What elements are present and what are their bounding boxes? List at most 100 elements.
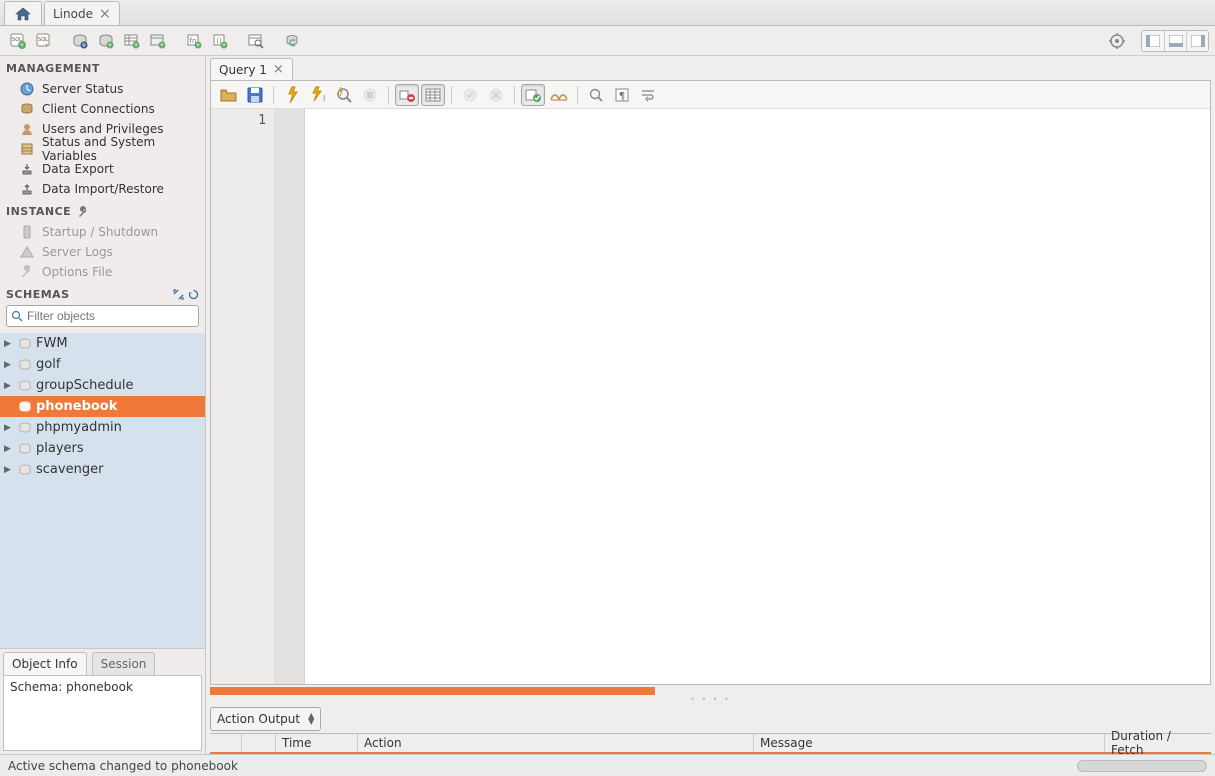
inspector-button[interactable]: i (68, 29, 92, 53)
svg-text:+: + (107, 42, 112, 49)
output-col-status[interactable] (210, 734, 242, 752)
output-col-action[interactable]: Action (358, 734, 754, 752)
sidebar-item-server-logs[interactable]: Server Logs (0, 242, 205, 262)
svg-text:i: i (83, 43, 84, 49)
home-tab[interactable] (4, 1, 42, 25)
main-area: Query 1 × I (206, 56, 1215, 754)
warning-icon (20, 246, 34, 258)
toggle-secondary-sidebar-button[interactable] (1186, 31, 1208, 51)
schema-item[interactable]: ▶scavenger (0, 459, 205, 480)
chevron-right-icon[interactable]: ▶ (4, 360, 14, 370)
sidebar-item-options-file[interactable]: Options File (0, 262, 205, 282)
create-view-button[interactable]: + (146, 29, 170, 53)
import-icon (20, 182, 34, 196)
chevron-right-icon[interactable]: ▶ (4, 465, 14, 475)
schema-item[interactable]: ▶players (0, 438, 205, 459)
database-icon (18, 421, 32, 435)
close-icon[interactable]: × (99, 6, 111, 22)
chevron-right-icon[interactable]: ▶ (4, 381, 14, 391)
create-function-button[interactable]: ()+ (208, 29, 232, 53)
reconnect-button[interactable] (280, 29, 304, 53)
schema-item[interactable]: ▶phpmyadmin (0, 417, 205, 438)
status-scrollbar[interactable] (1077, 760, 1207, 772)
save-file-button[interactable] (243, 84, 267, 106)
output-col-index[interactable] (242, 734, 276, 752)
settings-gear-icon[interactable] (1105, 29, 1129, 53)
database-icon (18, 337, 32, 351)
refresh-icon[interactable] (188, 289, 199, 300)
variables-icon (20, 142, 34, 156)
connection-tabbar: Linode × (0, 0, 1215, 26)
sidebar-item-data-import[interactable]: Data Import/Restore (0, 179, 205, 199)
wrench-icon (20, 265, 34, 279)
sidebar-item-data-export[interactable]: Data Export (0, 159, 205, 179)
schema-item[interactable]: ▶FWM (0, 333, 205, 354)
chevron-right-icon[interactable]: ▶ (4, 423, 14, 433)
query-tabbar: Query 1 × (206, 56, 1215, 80)
schema-tree[interactable]: ▶FWM ▶golf ▶groupSchedule ▶phonebook ▶ph… (0, 333, 205, 648)
main-toolbar: SQL+ SQL i + + + fn+ ()+ (0, 26, 1215, 56)
limit-rows-toggle[interactable] (421, 84, 445, 106)
expand-icon[interactable] (173, 289, 184, 300)
scrollbar-thumb[interactable] (210, 687, 655, 695)
output-header-row: Time Action Message Duration / Fetch (210, 734, 1211, 754)
create-procedure-button[interactable]: fn+ (182, 29, 206, 53)
output-col-duration[interactable]: Duration / Fetch (1105, 734, 1211, 752)
close-icon[interactable]: × (273, 62, 284, 77)
query-tab[interactable]: Query 1 × (210, 58, 293, 80)
commit-button (458, 84, 482, 106)
sql-editor-toolbar: I ¶ (211, 81, 1210, 109)
create-schema-button[interactable]: + (94, 29, 118, 53)
sql-editor-body[interactable]: 1 (211, 109, 1210, 684)
find-button[interactable] (584, 84, 608, 106)
user-icon (20, 122, 34, 136)
svg-text:SQL: SQL (38, 37, 48, 43)
open-file-button[interactable] (217, 84, 241, 106)
schema-item-selected[interactable]: ▶phonebook (0, 396, 205, 417)
export-icon (20, 162, 34, 176)
schema-filter-input[interactable] (6, 305, 199, 327)
execute-button[interactable] (280, 84, 304, 106)
explain-button[interactable] (332, 84, 356, 106)
output-panel: Time Action Message Duration / Fetch (210, 733, 1211, 754)
invisible-chars-toggle[interactable]: ¶ (610, 84, 634, 106)
stop-on-error-toggle[interactable] (395, 84, 419, 106)
beautify-button[interactable] (547, 84, 571, 106)
sidebar-item-server-status[interactable]: Server Status (0, 79, 205, 99)
status-bar: Active schema changed to phonebook (0, 754, 1215, 776)
search-table-data-button[interactable] (244, 29, 268, 53)
splitter-grip[interactable]: • • • • (206, 695, 1215, 703)
database-icon (18, 400, 32, 414)
chevron-right-icon[interactable]: ▶ (4, 339, 14, 349)
toggle-output-button[interactable] (1164, 31, 1186, 51)
word-wrap-toggle[interactable] (636, 84, 660, 106)
output-type-selector[interactable]: Action Output ▲▼ (210, 707, 321, 731)
sidebar-item-status-vars[interactable]: Status and System Variables (0, 139, 205, 159)
autocommit-toggle[interactable] (521, 84, 545, 106)
schema-item[interactable]: ▶groupSchedule (0, 375, 205, 396)
editor-hscrollbar[interactable] (210, 687, 1211, 695)
open-sql-file-button[interactable]: SQL (32, 29, 56, 53)
tab-object-info[interactable]: Object Info (3, 652, 87, 675)
stop-button (358, 84, 382, 106)
info-tabbar: Object Info Session (0, 648, 205, 675)
output-col-message[interactable]: Message (754, 734, 1105, 752)
wrench-icon (77, 206, 89, 218)
output-col-time[interactable]: Time (276, 734, 358, 752)
connections-icon (20, 102, 34, 116)
schema-item[interactable]: ▶golf (0, 354, 205, 375)
connection-tab[interactable]: Linode × (44, 1, 120, 25)
execute-current-button[interactable]: I (306, 84, 330, 106)
sidebar-item-client-connections[interactable]: Client Connections (0, 99, 205, 119)
code-textarea[interactable] (305, 109, 1210, 684)
sidebar-item-startup-shutdown[interactable]: Startup / Shutdown (0, 222, 205, 242)
schemas-header: SCHEMAS (0, 282, 205, 305)
toggle-sidebar-button[interactable] (1142, 31, 1164, 51)
new-sql-tab-button[interactable]: SQL+ (6, 29, 30, 53)
spinner-icon[interactable]: ▲▼ (308, 713, 314, 725)
chevron-right-icon[interactable]: ▶ (4, 444, 14, 454)
status-icon (20, 82, 34, 96)
create-table-button[interactable]: + (120, 29, 144, 53)
tab-session[interactable]: Session (92, 652, 156, 675)
home-icon (15, 7, 31, 21)
